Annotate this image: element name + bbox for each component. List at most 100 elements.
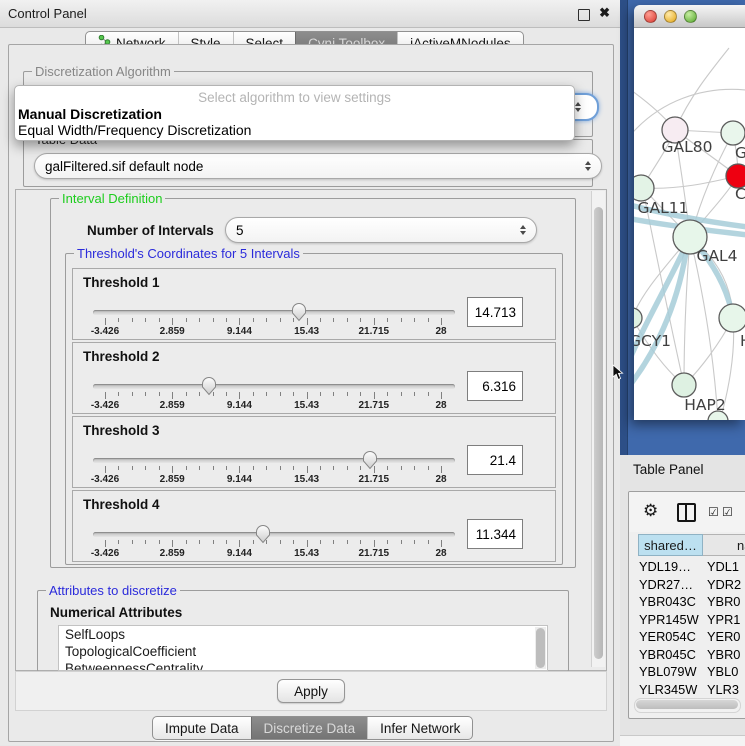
close-icon[interactable]: ✖ bbox=[599, 5, 610, 21]
apply-button[interactable]: Apply bbox=[277, 679, 345, 703]
horizontal-scrollbar-thumb[interactable] bbox=[636, 700, 738, 709]
minimize-traffic-light[interactable] bbox=[664, 10, 677, 23]
numerical-attributes-list[interactable]: SelfLoopsTopologicalCoefficientBetweenne… bbox=[58, 625, 548, 671]
attribute-item-betweennesscentrality[interactable]: BetweennessCentrality bbox=[59, 660, 547, 671]
slider-track[interactable] bbox=[93, 458, 455, 463]
tab-impute-data[interactable]: Impute Data bbox=[153, 717, 251, 739]
tick-mark bbox=[226, 318, 227, 322]
network-view-window: GAL80GACGAL11GAL4GCY1HHAP2 bbox=[634, 5, 745, 420]
table-row[interactable]: YBR043CYBR0 bbox=[629, 593, 745, 611]
slider-handle[interactable] bbox=[255, 524, 271, 544]
threshold-panel-4: Threshold 4-3.4262.8599.14415.4321.71528… bbox=[72, 490, 556, 562]
column-header-shared-name[interactable]: shared… bbox=[638, 534, 703, 556]
checkbox-icon[interactable]: ☑ bbox=[722, 505, 733, 519]
threshold-value-input[interactable]: 14.713 bbox=[467, 297, 523, 327]
stepper-arrows-icon bbox=[520, 225, 526, 235]
node-gal11[interactable] bbox=[634, 175, 654, 201]
tick-mark bbox=[347, 466, 348, 470]
slider-handle[interactable] bbox=[362, 450, 378, 470]
node-label-gcy1: GCY1 bbox=[634, 332, 671, 350]
tick-label: -3.426 bbox=[91, 400, 119, 411]
tick-label: 28 bbox=[435, 548, 446, 559]
slider-track[interactable] bbox=[93, 532, 455, 537]
tick-mark bbox=[199, 392, 200, 396]
zoom-traffic-light[interactable] bbox=[684, 10, 697, 23]
network-edge bbox=[643, 176, 738, 188]
node-hap2[interactable] bbox=[672, 373, 696, 397]
tick-mark bbox=[172, 318, 173, 325]
tick-mark bbox=[253, 540, 254, 544]
tick-mark bbox=[307, 466, 308, 473]
slider-track[interactable] bbox=[93, 384, 455, 389]
node-label-ga-partial: GA bbox=[735, 144, 745, 162]
attribute-item-topologicalcoefficient[interactable]: TopologicalCoefficient bbox=[59, 643, 547, 660]
tick-label: 9.144 bbox=[227, 548, 252, 559]
tick-mark bbox=[307, 392, 308, 399]
tick-label: 15.43 bbox=[294, 474, 319, 485]
table-row[interactable]: YPR145WYPR1 bbox=[629, 611, 745, 629]
list-scrollbar-thumb[interactable] bbox=[536, 628, 545, 668]
tick-mark bbox=[266, 318, 267, 322]
tick-label: 15.43 bbox=[294, 548, 319, 559]
network-graph[interactable]: GAL80GACGAL11GAL4GCY1HHAP2 bbox=[634, 28, 745, 420]
tick-mark bbox=[387, 540, 388, 544]
node-label-red-node: C bbox=[735, 185, 745, 203]
float-window-icon[interactable] bbox=[578, 9, 590, 21]
split-columns-icon[interactable] bbox=[677, 503, 696, 522]
table-row[interactable]: YER054CYER0 bbox=[629, 628, 745, 646]
table-row[interactable]: YBL079WYBL0 bbox=[629, 663, 745, 681]
node-ga-partial[interactable] bbox=[721, 121, 745, 145]
tick-mark bbox=[199, 540, 200, 544]
network-window-titlebar[interactable] bbox=[634, 5, 745, 28]
threshold-value-input[interactable]: 6.316 bbox=[467, 371, 523, 401]
node-gcy1[interactable] bbox=[634, 308, 642, 328]
cell-name: YBL0 bbox=[707, 664, 738, 679]
slider-track[interactable] bbox=[93, 310, 455, 315]
tick-mark bbox=[213, 318, 214, 322]
gear-icon[interactable]: ⚙ bbox=[643, 501, 658, 521]
threshold-label: Threshold 3 bbox=[83, 423, 160, 438]
option-equal-width-frequency-discretization[interactable]: Equal Width/Frequency Discretization bbox=[15, 122, 574, 138]
table-row[interactable]: YLR345WYLR3 bbox=[629, 681, 745, 699]
column-header-name[interactable]: na bbox=[703, 534, 745, 556]
tick-mark bbox=[320, 318, 321, 322]
tick-mark bbox=[441, 318, 442, 325]
tick-label: 2.859 bbox=[160, 548, 185, 559]
tab-discretize-data[interactable]: Discretize Data bbox=[251, 717, 368, 739]
close-traffic-light[interactable] bbox=[644, 10, 657, 23]
node-label-gal80: GAL80 bbox=[662, 138, 713, 156]
number-of-intervals-combobox[interactable]: 5 bbox=[225, 217, 537, 243]
tab-infer-network[interactable]: Infer Network bbox=[367, 717, 472, 739]
control-panel: Control Panel ✖ NetworkStyleSelectCyni T… bbox=[0, 0, 620, 745]
attribute-item-selfloops[interactable]: SelfLoops bbox=[59, 626, 547, 643]
dropdown-options: Manual DiscretizationEqual Width/Frequen… bbox=[15, 106, 574, 138]
horizontal-scrollbar[interactable] bbox=[634, 698, 741, 713]
tick-mark bbox=[414, 540, 415, 544]
mouse-cursor bbox=[612, 364, 624, 382]
node-h-partial[interactable] bbox=[719, 304, 745, 332]
right-panel: GAL80GACGAL11GAL4GCY1HHAP2 Table Panel ⚙… bbox=[620, 0, 745, 745]
table-row[interactable]: YDR27…YDR2 bbox=[629, 576, 745, 594]
tick-mark bbox=[333, 540, 334, 544]
cell-shared-name: YBR045C bbox=[639, 647, 696, 662]
thresholds-coordinates-title: Threshold's Coordinates for 5 Intervals bbox=[74, 246, 303, 261]
option-manual-discretization[interactable]: Manual Discretization bbox=[15, 106, 574, 122]
slider-handle[interactable] bbox=[201, 376, 217, 396]
network-edge bbox=[675, 48, 729, 130]
threshold-value-input[interactable]: 11.344 bbox=[467, 519, 523, 549]
threshold-value-input[interactable]: 21.4 bbox=[467, 445, 523, 475]
list-scrollbar[interactable] bbox=[535, 627, 546, 669]
vertical-scrollbar-thumb[interactable] bbox=[594, 207, 603, 659]
tick-label: -3.426 bbox=[91, 548, 119, 559]
table-data-combobox[interactable]: galFiltered.sif default node bbox=[34, 153, 602, 179]
table-row[interactable]: YBR045CYBR0 bbox=[629, 646, 745, 664]
checkbox-icon[interactable]: ☑ bbox=[708, 505, 719, 519]
table-panel-body: ⚙ ☑ ☑ shared… na YDL19…YDL1YDR27…YDR2YBR… bbox=[628, 491, 745, 719]
vertical-scrollbar[interactable] bbox=[591, 191, 605, 667]
discretization-algorithm-group-title: Discretization Algorithm bbox=[32, 64, 174, 79]
network-canvas[interactable]: GAL80GACGAL11GAL4GCY1HHAP2 bbox=[634, 28, 745, 420]
tick-mark bbox=[360, 392, 361, 396]
tick-mark bbox=[132, 540, 133, 544]
tick-mark bbox=[387, 466, 388, 470]
table-row[interactable]: YDL19…YDL1 bbox=[629, 558, 745, 576]
